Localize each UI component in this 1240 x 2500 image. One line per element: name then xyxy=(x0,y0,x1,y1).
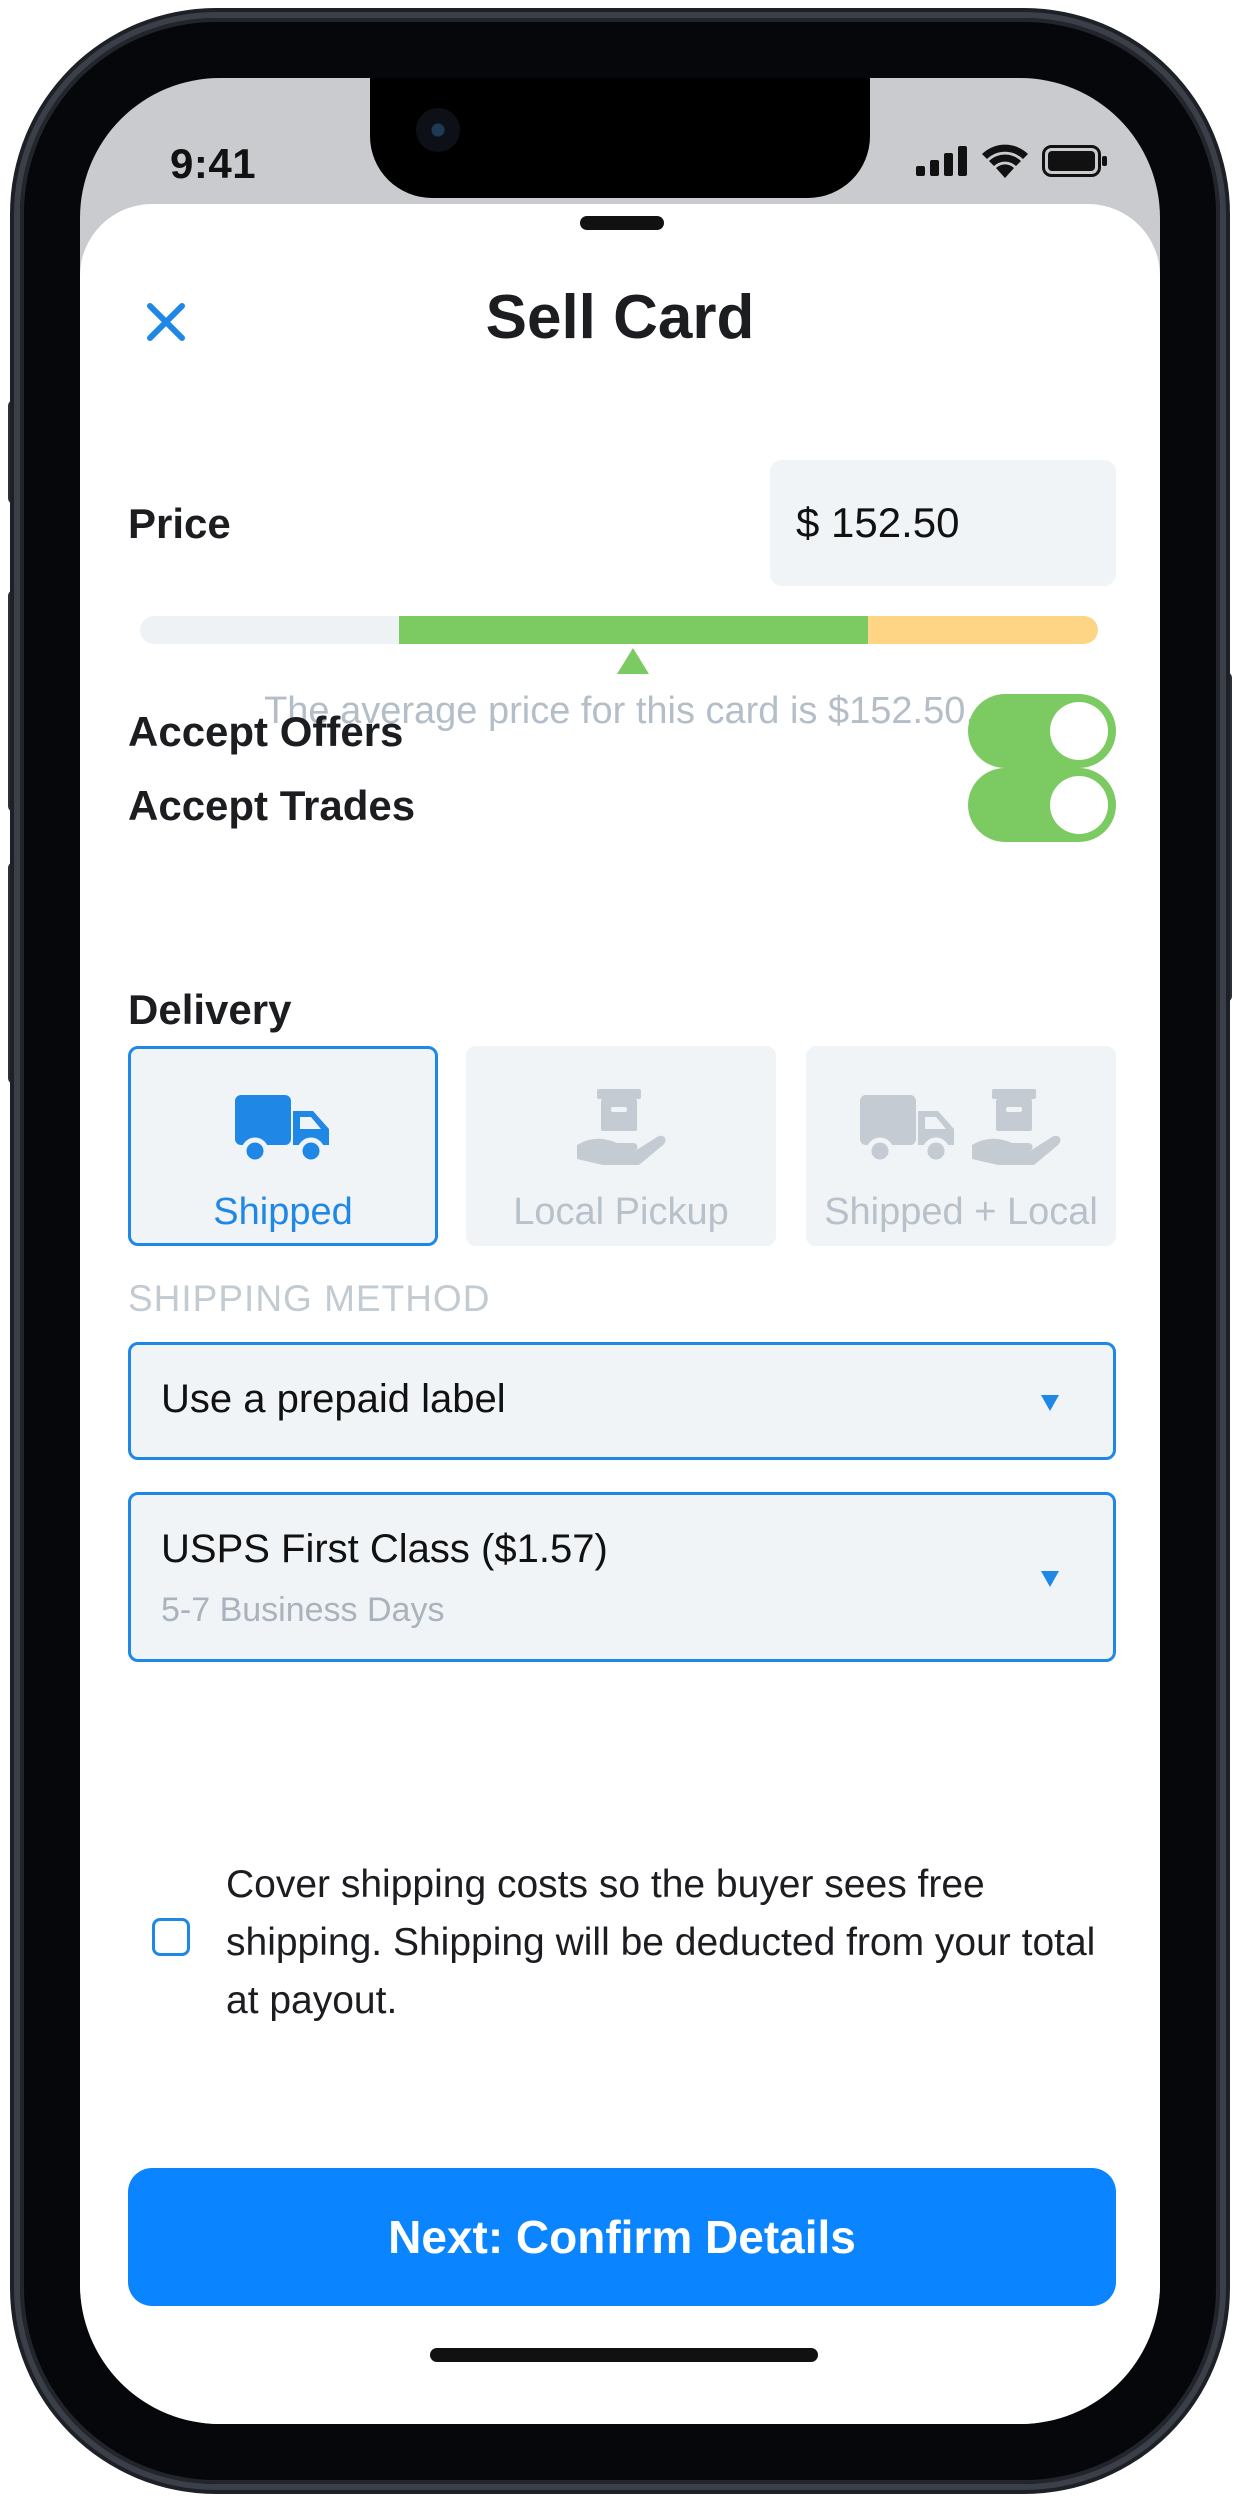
shipping-method-caption: SHIPPING METHOD xyxy=(128,1278,491,1319)
wifi-icon xyxy=(982,144,1028,178)
hand-box-icon xyxy=(577,1089,666,1165)
select-value: USPS First Class ($1.57) xyxy=(161,1527,608,1571)
phone-screen: 9:41 Sell Card Price $ 152.50 The averag… xyxy=(80,78,1160,2424)
dropdown-arrow-icon xyxy=(1041,1571,1059,1587)
range-high-segment xyxy=(868,616,1098,644)
phone-frame: 9:41 Sell Card Price $ 152.50 The averag… xyxy=(20,18,1220,2484)
dropdown-arrow-icon xyxy=(1041,1395,1059,1411)
cover-shipping-checkbox[interactable] xyxy=(152,1918,190,1956)
next-confirm-details-button[interactable]: Next: Confirm Details xyxy=(128,2168,1116,2306)
truck-icon xyxy=(235,1095,329,1165)
select-subtext: 5-7 Business Days xyxy=(161,1591,445,1629)
delivery-option-shipped[interactable]: Shipped xyxy=(128,1046,438,1246)
range-good-segment xyxy=(398,616,869,644)
delivery-option-label: Local Pickup xyxy=(513,1191,729,1233)
cellular-signal-icon xyxy=(916,146,967,176)
status-icons xyxy=(916,144,1108,178)
shipping-method-select[interactable]: Use a prepaid label xyxy=(128,1342,1116,1460)
price-label: Price xyxy=(128,500,231,547)
price-range-bar xyxy=(140,616,1098,644)
price-marker-icon xyxy=(617,648,650,674)
accept-offers-toggle[interactable] xyxy=(968,694,1116,768)
power-button xyxy=(1218,672,1232,1002)
truck-icon xyxy=(860,1095,954,1165)
select-value: Use a prepaid label xyxy=(161,1377,506,1421)
home-indicator xyxy=(430,2348,818,2362)
sell-card-sheet: Sell Card Price $ 152.50 The average pri… xyxy=(80,204,1160,2424)
cover-shipping-text: Cover shipping costs so the buyer sees f… xyxy=(226,1863,1096,2022)
hand-box-icon xyxy=(972,1089,1061,1165)
sheet-grabber[interactable] xyxy=(580,216,664,230)
front-camera xyxy=(416,108,460,152)
accept-offers-label: Accept Offers xyxy=(128,708,404,755)
shipping-service-select[interactable]: USPS First Class ($1.57) 5-7 Business Da… xyxy=(128,1492,1116,1662)
page-title: Sell Card xyxy=(485,283,755,352)
delivery-option-label: Shipped + Local xyxy=(824,1191,1098,1233)
price-input[interactable]: $ 152.50 xyxy=(770,460,1116,586)
battery-icon xyxy=(1042,145,1107,177)
toggle-knob xyxy=(1050,776,1108,834)
status-time: 9:41 xyxy=(170,140,257,187)
accept-trades-toggle[interactable] xyxy=(968,768,1116,842)
delivery-option-local-pickup[interactable]: Local Pickup xyxy=(466,1046,776,1246)
accept-trades-label: Accept Trades xyxy=(128,782,416,829)
delivery-option-label: Shipped xyxy=(213,1191,353,1233)
delivery-label: Delivery xyxy=(128,986,292,1033)
delivery-option-shipped-local[interactable]: Shipped + Local xyxy=(806,1046,1116,1246)
toggle-knob xyxy=(1050,702,1108,760)
